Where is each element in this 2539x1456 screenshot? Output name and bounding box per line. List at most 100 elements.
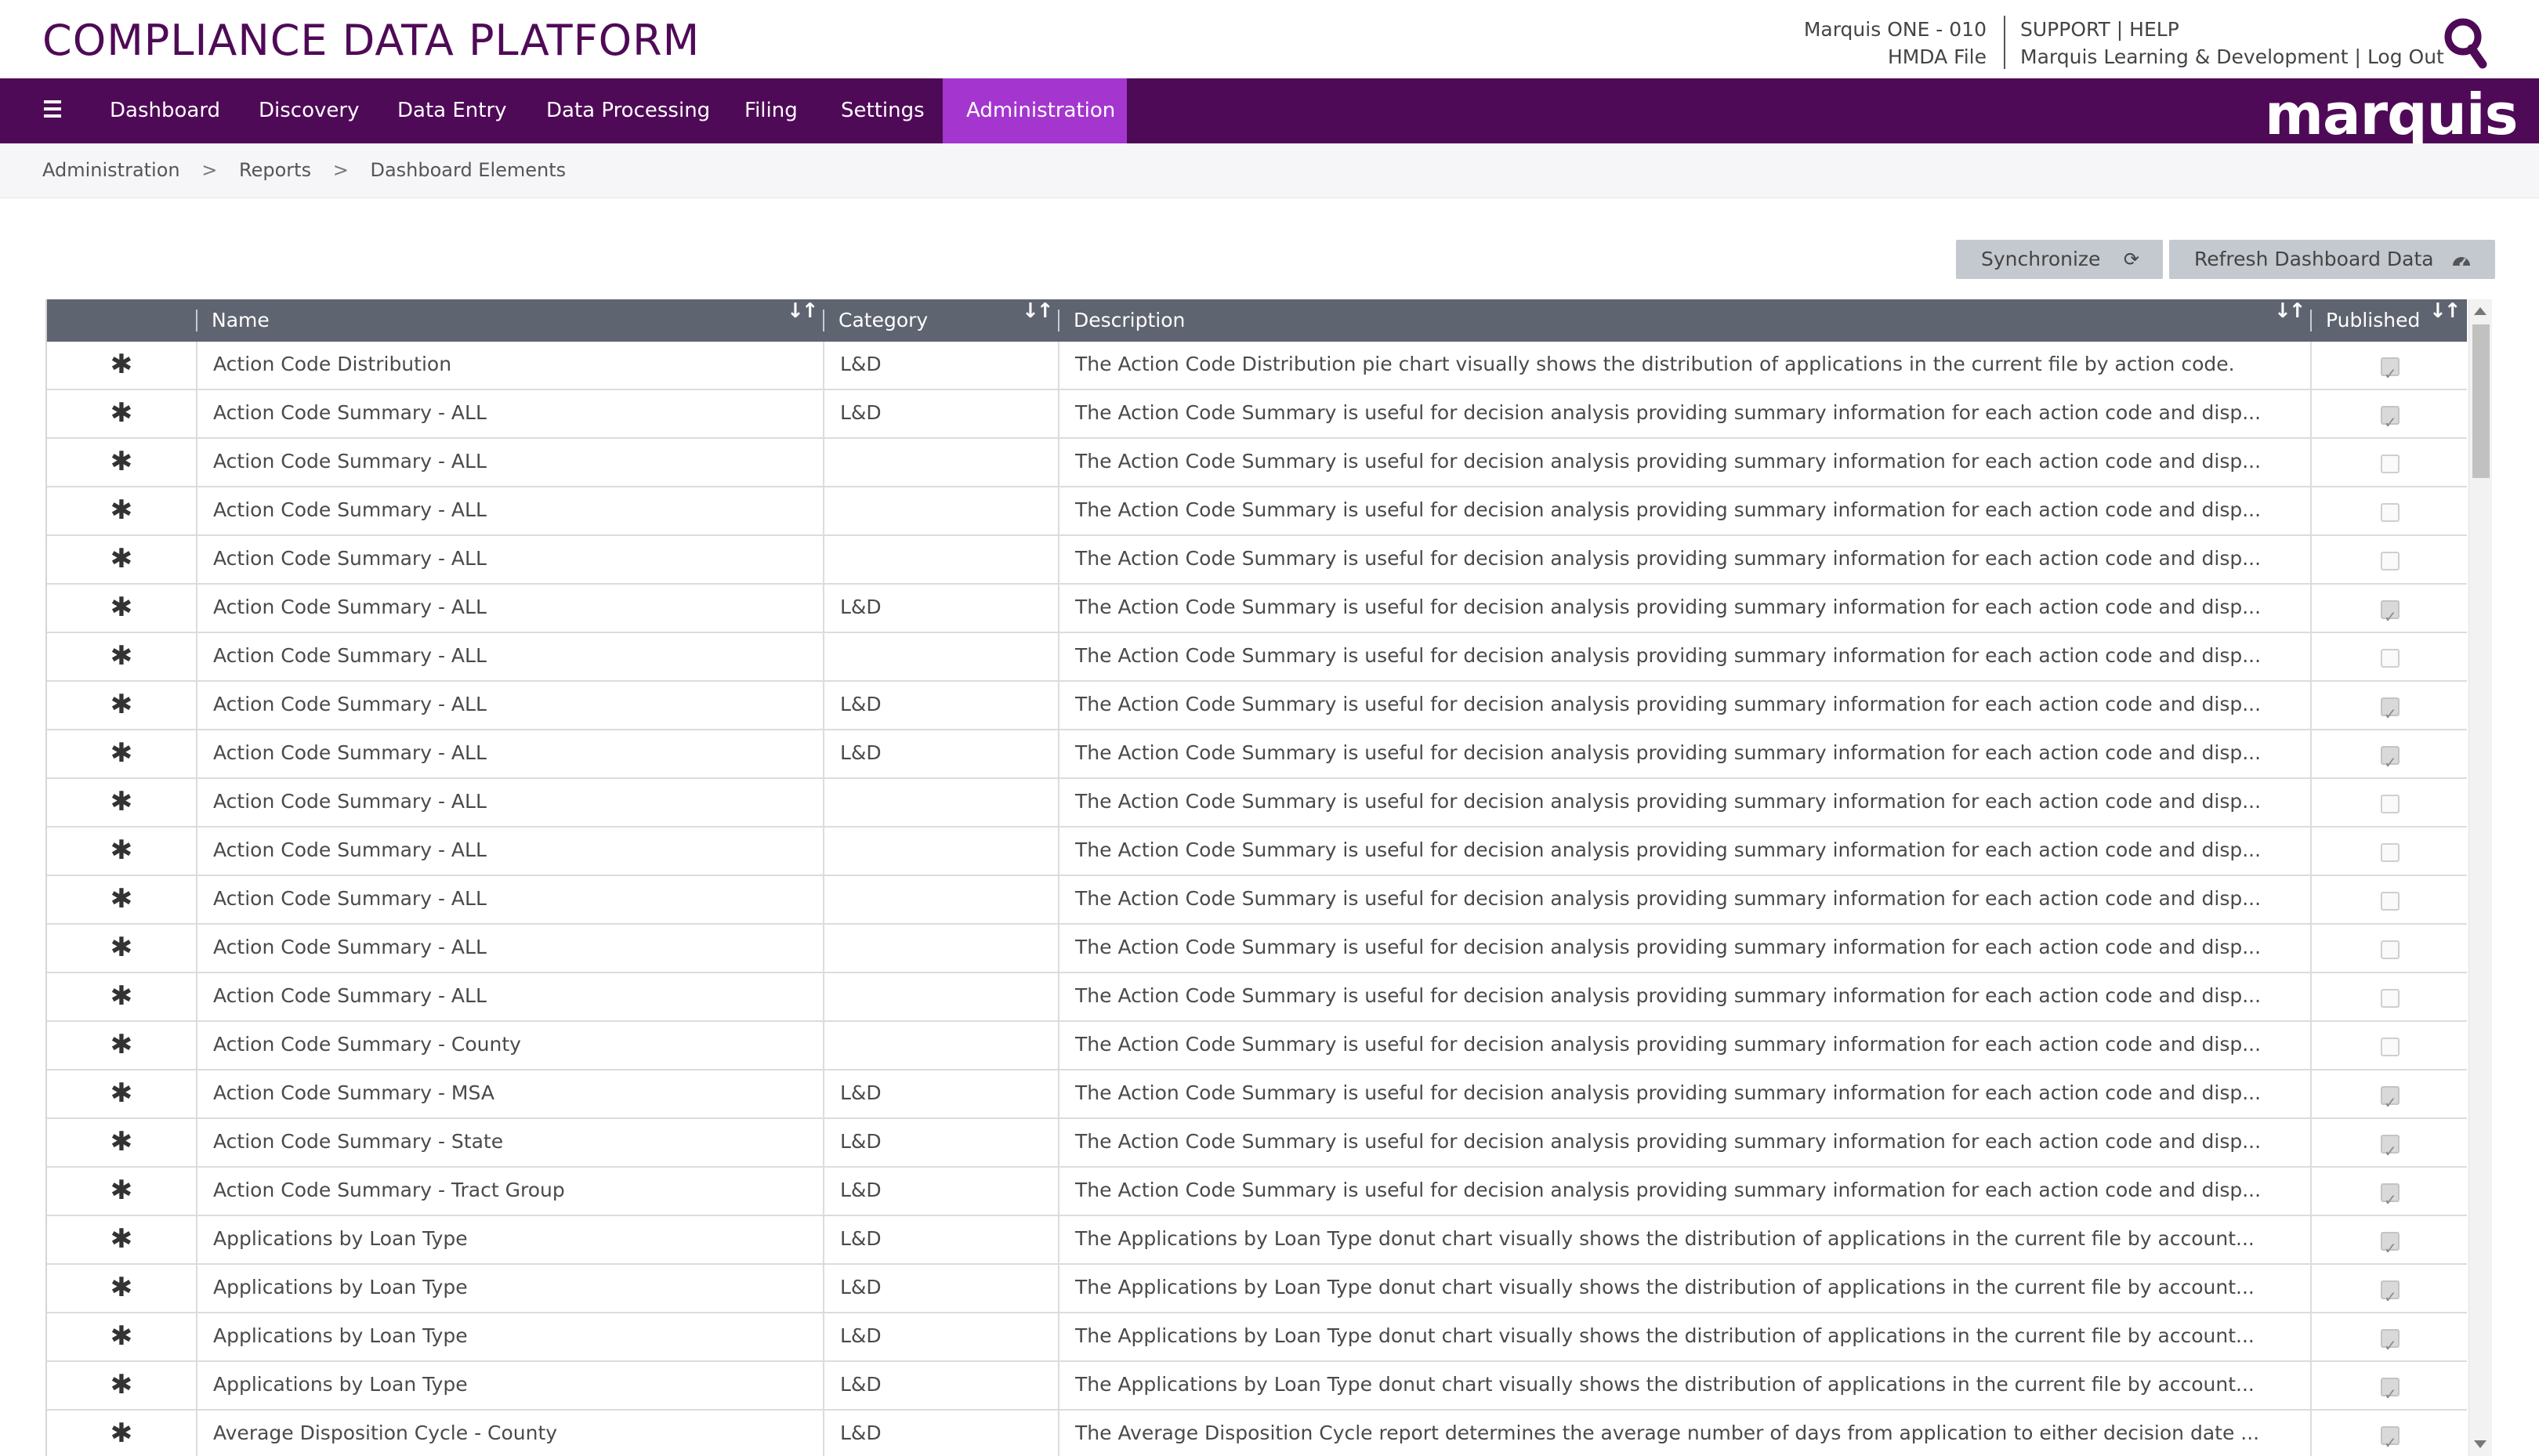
asterisk-icon[interactable]: ✱ bbox=[47, 342, 196, 389]
published-checkbox[interactable] bbox=[2381, 594, 2400, 632]
asterisk-icon[interactable]: ✱ bbox=[47, 1070, 196, 1117]
published-checkbox[interactable] bbox=[2381, 649, 2400, 668]
asterisk-icon[interactable]: ✱ bbox=[47, 390, 196, 437]
table-row[interactable]: ✱ Action Code Summary - ALL The Action Cod… bbox=[47, 633, 2467, 682]
published-checkbox[interactable] bbox=[2381, 552, 2400, 570]
published-checkbox[interactable] bbox=[2381, 691, 2400, 729]
published-checkbox[interactable] bbox=[2381, 400, 2400, 437]
nav-discovery[interactable]: Discovery bbox=[235, 78, 382, 143]
asterisk-icon[interactable]: ✱ bbox=[47, 633, 196, 680]
breadcrumb-reports[interactable]: Reports bbox=[239, 159, 311, 181]
table-row[interactable]: ✱ Action Code Summary - ALL The Action Cod… bbox=[47, 973, 2467, 1022]
published-checkbox[interactable] bbox=[2381, 1080, 2400, 1117]
asterisk-icon[interactable]: ✱ bbox=[47, 1216, 196, 1263]
asterisk-icon[interactable]: ✱ bbox=[47, 1265, 196, 1312]
asterisk-icon[interactable]: ✱ bbox=[47, 730, 196, 777]
refresh-dashboard-data-button[interactable]: Refresh Dashboard Data bbox=[2169, 240, 2495, 279]
table-row[interactable]: ✱ Action Code Summary - ALL The Action Cod… bbox=[47, 487, 2467, 536]
scrollbar-thumb[interactable] bbox=[2472, 324, 2490, 478]
help-link[interactable]: HELP bbox=[2129, 18, 2179, 41]
table-row[interactable]: ✱ Applications by Loan Type L&D The Applica… bbox=[47, 1362, 2467, 1411]
table-row[interactable]: ✱ Applications by Loan Type L&D The Applica… bbox=[47, 1313, 2467, 1362]
logout-link[interactable]: Log Out bbox=[2367, 45, 2444, 68]
published-checkbox[interactable] bbox=[2381, 1128, 2400, 1166]
published-checkbox[interactable] bbox=[2381, 455, 2400, 473]
asterisk-icon[interactable]: ✱ bbox=[47, 1411, 196, 1456]
asterisk-icon[interactable]: ✱ bbox=[47, 682, 196, 729]
published-checkbox[interactable] bbox=[2381, 1371, 2400, 1409]
published-checkbox[interactable] bbox=[2381, 989, 2400, 1008]
user-name-link[interactable]: Marquis Learning & Development bbox=[2020, 45, 2349, 68]
nav-dashboard[interactable]: Dashboard bbox=[86, 78, 244, 143]
published-checkbox[interactable] bbox=[2381, 843, 2400, 862]
file-link[interactable]: HMDA File bbox=[1804, 43, 1987, 71]
sort-icon[interactable]: ↓↑ bbox=[2429, 299, 2461, 323]
support-link[interactable]: SUPPORT bbox=[2020, 18, 2110, 41]
asterisk-icon[interactable]: ✱ bbox=[47, 1119, 196, 1166]
hamburger-icon[interactable] bbox=[44, 100, 63, 122]
published-checkbox[interactable] bbox=[2381, 795, 2400, 813]
published-checkbox[interactable] bbox=[2381, 1226, 2400, 1263]
synchronize-button[interactable]: Synchronize ⟳ bbox=[1956, 240, 2163, 279]
sort-icon[interactable]: ↓↑ bbox=[1022, 299, 1054, 323]
table-row[interactable]: ✱ Action Code Summary - Tract Group L&D The… bbox=[47, 1168, 2467, 1216]
published-checkbox[interactable] bbox=[2381, 1038, 2400, 1056]
published-checkbox[interactable] bbox=[2381, 1323, 2400, 1360]
published-checkbox[interactable] bbox=[2381, 1420, 2400, 1456]
published-checkbox[interactable] bbox=[2381, 503, 2400, 522]
sort-icon[interactable]: ↓↑ bbox=[787, 299, 819, 323]
published-checkbox[interactable] bbox=[2381, 740, 2400, 777]
published-checkbox[interactable] bbox=[2381, 1274, 2400, 1312]
table-row[interactable]: ✱ Action Code Summary - ALL The Action Cod… bbox=[47, 439, 2467, 487]
table-row[interactable]: ✱ Average Disposition Cycle - County L&D Th… bbox=[47, 1411, 2467, 1456]
search-button[interactable] bbox=[2442, 16, 2489, 71]
table-row[interactable]: ✱ Action Code Summary - County The Action … bbox=[47, 1022, 2467, 1070]
column-header-description[interactable]: Description bbox=[1058, 299, 2310, 342]
asterisk-icon[interactable]: ✱ bbox=[47, 973, 196, 1020]
published-checkbox[interactable] bbox=[2381, 892, 2400, 911]
asterisk-icon[interactable]: ✱ bbox=[47, 828, 196, 875]
scroll-down-arrow-icon[interactable] bbox=[2474, 1440, 2486, 1448]
table-row[interactable]: ✱ Action Code Summary - State L&D The Actio… bbox=[47, 1119, 2467, 1168]
nav-settings[interactable]: Settings bbox=[817, 78, 948, 143]
asterisk-icon[interactable]: ✱ bbox=[47, 1313, 196, 1360]
asterisk-icon[interactable]: ✱ bbox=[47, 1022, 196, 1069]
published-checkbox[interactable] bbox=[2381, 351, 2400, 389]
table-row[interactable]: ✱ Action Code Summary - ALL L&D The Action … bbox=[47, 682, 2467, 730]
table-row[interactable]: ✱ Action Code Summary - ALL The Action Cod… bbox=[47, 536, 2467, 585]
table-row[interactable]: ✱ Action Code Summary - ALL L&D The Action … bbox=[47, 585, 2467, 633]
table-row[interactable]: ✱ Action Code Summary - ALL The Action Cod… bbox=[47, 925, 2467, 973]
sort-icon[interactable]: ↓↑ bbox=[2274, 299, 2306, 323]
asterisk-icon[interactable]: ✱ bbox=[47, 876, 196, 923]
table-row[interactable]: ✱ Action Code Summary - MSA L&D The Action … bbox=[47, 1070, 2467, 1119]
nav-data-processing[interactable]: Data Processing bbox=[523, 78, 733, 143]
table-row[interactable]: ✱ Action Code Summary - ALL The Action Cod… bbox=[47, 876, 2467, 925]
asterisk-icon[interactable]: ✱ bbox=[47, 536, 196, 583]
published-checkbox[interactable] bbox=[2381, 940, 2400, 959]
published-checkbox[interactable] bbox=[2381, 1177, 2400, 1215]
table-row[interactable]: ✱ Applications by Loan Type L&D The Applica… bbox=[47, 1265, 2467, 1313]
asterisk-icon[interactable]: ✱ bbox=[47, 487, 196, 534]
cell-category bbox=[823, 1022, 1058, 1069]
cell-name: Action Code Summary - ALL bbox=[196, 585, 823, 632]
table-row[interactable]: ✱ Action Code Summary - ALL The Action Cod… bbox=[47, 828, 2467, 876]
breadcrumb-administration[interactable]: Administration bbox=[42, 159, 180, 181]
asterisk-icon[interactable]: ✱ bbox=[47, 925, 196, 972]
vertical-scrollbar[interactable] bbox=[2468, 299, 2492, 1456]
table-row[interactable]: ✱ Action Code Distribution L&D The Action C… bbox=[47, 342, 2467, 390]
asterisk-icon[interactable]: ✱ bbox=[47, 1168, 196, 1215]
table-row[interactable]: ✱ Action Code Summary - ALL The Action Cod… bbox=[47, 779, 2467, 828]
nav-data-entry[interactable]: Data Entry bbox=[374, 78, 531, 143]
table-row[interactable]: ✱ Action Code Summary - ALL L&D The Action … bbox=[47, 390, 2467, 439]
asterisk-icon[interactable]: ✱ bbox=[47, 779, 196, 826]
nav-filing[interactable]: Filing bbox=[721, 78, 821, 143]
nav-administration[interactable]: Administration bbox=[943, 78, 1127, 143]
scroll-up-arrow-icon[interactable] bbox=[2474, 307, 2486, 315]
table-row[interactable]: ✱ Action Code Summary - ALL L&D The Action … bbox=[47, 730, 2467, 779]
asterisk-icon[interactable]: ✱ bbox=[47, 1362, 196, 1409]
asterisk-icon[interactable]: ✱ bbox=[47, 585, 196, 632]
column-header-name[interactable]: Name bbox=[196, 299, 823, 342]
institution-link[interactable]: Marquis ONE - 010 bbox=[1804, 16, 1987, 43]
asterisk-icon[interactable]: ✱ bbox=[47, 439, 196, 486]
table-row[interactable]: ✱ Applications by Loan Type L&D The Applica… bbox=[47, 1216, 2467, 1265]
